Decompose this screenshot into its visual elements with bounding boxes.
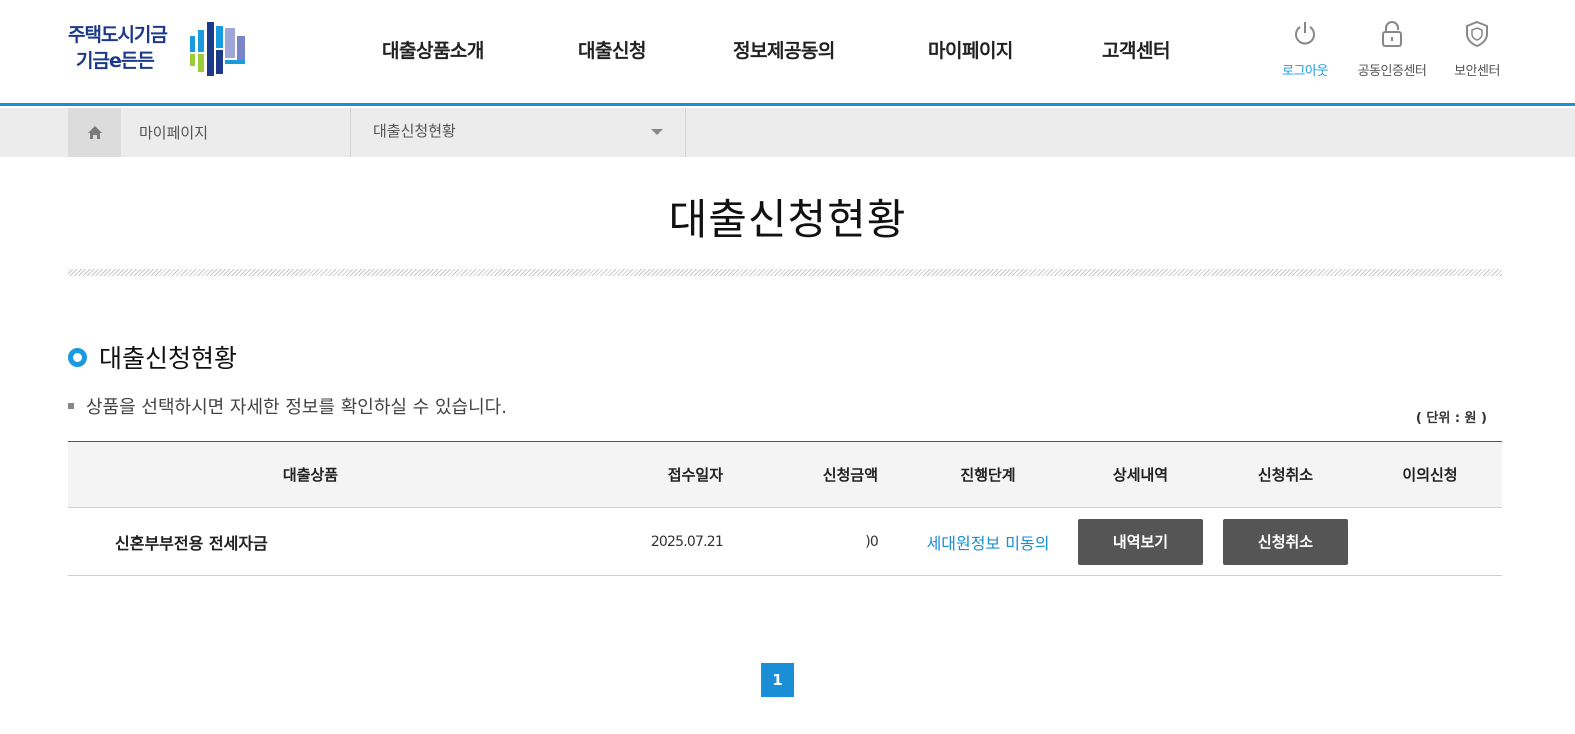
page-title: 대출신청현황	[668, 195, 907, 244]
logo-text: 주택도시기금 기금e든든	[68, 22, 168, 74]
circle-bullet-icon	[68, 347, 87, 367]
col-header-amount: 신청금액	[822, 466, 878, 484]
cert-center-label: 공동인증센터	[1357, 64, 1427, 79]
site-logo[interactable]: 주택도시기금 기금e든든	[68, 20, 253, 80]
chevron-down-icon	[651, 129, 663, 135]
table-row[interactable]: 신혼부부전용 전세자금 2025.07.21 )0 세대원정보 미동의 내역보기…	[68, 508, 1502, 576]
breadcrumb-dropdown[interactable]: 대출신청현황	[351, 108, 686, 157]
home-button[interactable]	[68, 108, 121, 157]
table-header: 대출상품 접수일자 신청금액 진행단계 상세내역 신청취소 이의신청	[68, 442, 1502, 508]
breadcrumb-mypage[interactable]: 마이페이지	[121, 108, 351, 157]
cell-amount: )0	[865, 533, 879, 550]
nav-info-consent[interactable]: 정보제공동의	[733, 36, 835, 63]
cancel-application-button[interactable]: 신청취소	[1223, 518, 1348, 565]
col-header-status: 진행단계	[960, 466, 1016, 484]
col-header-product: 대출상품	[282, 466, 339, 484]
col-header-detail: 상세내역	[1112, 466, 1169, 484]
logo-mark-icon	[190, 22, 245, 76]
col-header-date: 접수일자	[667, 466, 723, 484]
cell-detail: 내역보기	[1068, 508, 1213, 575]
logout-label: 로그아웃	[1282, 64, 1328, 79]
page-1-button[interactable]: 1	[761, 663, 794, 697]
logo-line1: 주택도시기금	[68, 24, 168, 46]
cert-center-button[interactable]: 공동인증센터	[1347, 20, 1437, 79]
cell-product[interactable]: 신혼부부전용 전세자금	[68, 508, 553, 575]
power-icon	[1295, 22, 1315, 45]
nav-loan-products[interactable]: 대출상품소개	[382, 36, 484, 63]
breadcrumb-current: 대출신청현황	[373, 122, 456, 140]
security-center-button[interactable]: 보안센터	[1432, 20, 1522, 79]
unit-label: ( 단위 : 원 )	[1415, 411, 1487, 426]
breadcrumb: 마이페이지 대출신청현황	[0, 108, 1575, 157]
logo-line2: 기금e든든	[76, 50, 155, 72]
nav-customer-center[interactable]: 고객센터	[1102, 36, 1170, 63]
section-description: 상품을 선택하시면 자세한 정보를 확인하실 수 있습니다.	[68, 393, 507, 419]
cell-status-link[interactable]: 세대원정보 미동의	[878, 508, 1098, 575]
site-header: 주택도시기금 기금e든든 대출상품소개 대출신청 정보제공동의 마이페이지 고객…	[0, 0, 1575, 106]
section-title-text: 대출신청현황	[99, 344, 238, 373]
nav-loan-apply[interactable]: 대출신청	[578, 36, 646, 63]
section-title: 대출신청현황	[68, 339, 237, 375]
nav-mypage[interactable]: 마이페이지	[928, 36, 1013, 63]
cell-appeal	[1358, 508, 1502, 575]
col-header-cancel: 신청취소	[1257, 466, 1314, 484]
cell-date: 2025.07.21	[650, 533, 724, 550]
logout-button[interactable]: 로그아웃	[1260, 20, 1350, 79]
shield-icon	[1466, 20, 1488, 48]
lock-icon	[1382, 21, 1402, 47]
security-center-label: 보안센터	[1454, 64, 1500, 79]
view-details-button[interactable]: 내역보기	[1078, 518, 1203, 565]
loan-application-table: 대출상품 접수일자 신청금액 진행단계 상세내역 신청취소 이의신청 신혼부부전…	[68, 441, 1502, 576]
col-header-appeal: 이의신청	[1402, 466, 1458, 484]
title-divider	[68, 269, 1502, 276]
home-icon	[87, 126, 102, 139]
square-bullet-icon	[68, 403, 74, 409]
section-description-text: 상품을 선택하시면 자세한 정보를 확인하실 수 있습니다.	[86, 397, 507, 418]
cell-cancel: 신청취소	[1213, 508, 1358, 575]
